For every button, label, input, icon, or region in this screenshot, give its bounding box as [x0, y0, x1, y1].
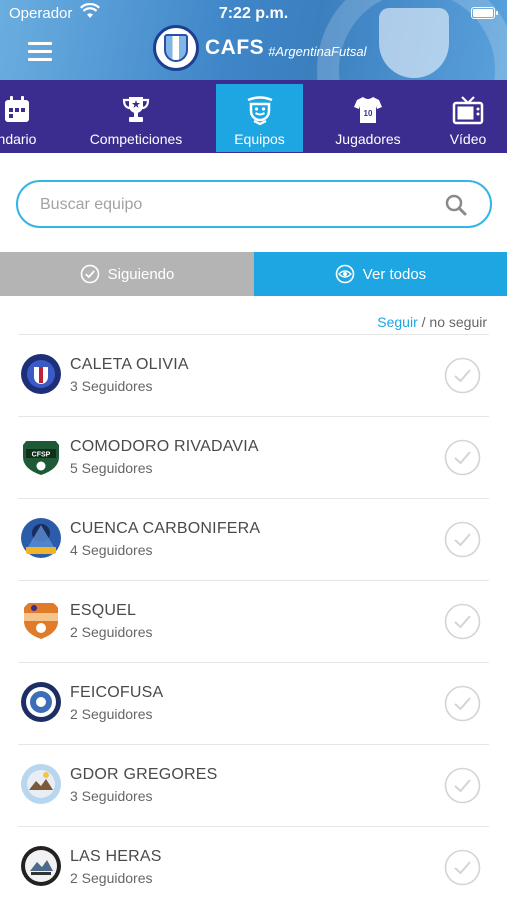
caleta-olivia-logo	[21, 354, 61, 394]
cuenca-carbonifera-logo	[21, 518, 61, 558]
check-circle-icon	[80, 264, 99, 284]
team-row[interactable]: CUENCA CARBONIFERA 4 Seguidores	[18, 498, 489, 580]
search-input[interactable]	[40, 192, 420, 218]
team-followers: 2 Seguidores	[70, 706, 153, 722]
follow-toggle-icon[interactable]	[444, 849, 481, 886]
follow-toggle-icon[interactable]	[444, 439, 481, 476]
hamburger-menu-button[interactable]	[28, 42, 52, 62]
team-followers: 3 Seguidores	[70, 378, 153, 394]
team-followers: 2 Seguidores	[70, 624, 153, 640]
team-name: ESQUEL	[70, 602, 137, 619]
team-badge-icon	[247, 96, 272, 126]
follow-legend-separator: /	[417, 314, 430, 330]
search-box	[16, 180, 492, 228]
cafs-crest-icon	[153, 25, 199, 71]
team-name: LAS HERAS	[70, 848, 162, 865]
team-row[interactable]: FEICOFUSA 2 Seguidores	[18, 662, 489, 744]
team-row[interactable]: GDOR GREGORES 3 Seguidores	[18, 744, 489, 826]
tab-label: Jugadores	[335, 131, 401, 147]
team-name: CUENCA CARBONIFERA	[70, 520, 261, 537]
tab-label: Competiciones	[89, 131, 183, 147]
gdor-gregores-logo	[21, 764, 61, 804]
tab-label: Equipos	[234, 131, 285, 147]
svg-text:CFSP: CFSP	[32, 452, 51, 459]
las-heras-logo	[21, 846, 61, 886]
tab-competiciones[interactable]: Competiciones	[86, 84, 186, 152]
filter-segments: Siguiendo Ver todos	[0, 252, 507, 296]
team-followers: 2 Seguidores	[70, 870, 153, 886]
team-followers: 4 Seguidores	[70, 542, 153, 558]
team-name: COMODORO RIVADAVIA	[70, 438, 259, 455]
team-row[interactable]: ESQUEL 2 Seguidores	[18, 580, 489, 662]
follow-toggle-icon[interactable]	[444, 603, 481, 640]
follow-legend: Seguir / no seguir	[377, 314, 487, 330]
tab-video[interactable]: Vídeo	[428, 84, 507, 152]
team-name: CALETA OLIVIA	[70, 356, 189, 373]
team-name: FEICOFUSA	[70, 684, 164, 701]
team-row[interactable]: CALETA OLIVIA 3 Seguidores	[18, 334, 489, 416]
team-followers: 3 Seguidores	[70, 788, 153, 804]
tab-label: Vídeo	[449, 131, 487, 147]
follow-toggle-icon[interactable]	[444, 685, 481, 722]
feicofusa-logo	[21, 682, 61, 722]
follow-legend-seguir[interactable]: Seguir	[377, 314, 417, 330]
svg-text:10: 10	[364, 109, 373, 118]
tab-calendario[interactable]: ndario	[0, 84, 82, 152]
tab-equipos[interactable]: Equipos	[216, 84, 303, 152]
calendar-icon	[5, 96, 29, 122]
brand-logo: CAFS #ArgentinaFutsal	[153, 24, 366, 72]
comodoro-rivadavia-logo: CFSP	[23, 441, 59, 475]
search-icon[interactable]	[444, 193, 468, 217]
eye-icon	[335, 264, 355, 284]
brand-tagline: #ArgentinaFutsal	[268, 43, 367, 59]
segment-ver-todos[interactable]: Ver todos	[254, 252, 507, 296]
team-followers: 5 Seguidores	[70, 460, 153, 476]
follow-toggle-icon[interactable]	[444, 521, 481, 558]
follow-legend-no-seguir[interactable]: no seguir	[429, 314, 487, 330]
segment-siguiendo[interactable]: Siguiendo	[0, 252, 254, 296]
team-name: GDOR GREGORES	[70, 766, 218, 783]
team-row[interactable]: LAS HERAS 2 Seguidores	[18, 826, 489, 900]
brand-name: CAFS	[205, 36, 265, 59]
tv-icon	[452, 96, 484, 125]
trophy-icon	[122, 97, 150, 122]
team-list: CALETA OLIVIA 3 Seguidores CFSP COMODORO…	[18, 334, 489, 900]
esquel-logo	[24, 603, 58, 639]
follow-toggle-icon[interactable]	[444, 767, 481, 804]
segment-label: Ver todos	[362, 265, 427, 283]
tab-jugadores[interactable]: 10 Jugadores	[318, 84, 418, 152]
team-row[interactable]: CFSP COMODORO RIVADAVIA 5 Seguidores	[18, 416, 489, 498]
follow-toggle-icon[interactable]	[444, 357, 481, 394]
segment-label: Siguiendo	[107, 265, 175, 283]
tab-label: ndario	[0, 131, 37, 147]
jersey-icon: 10	[354, 97, 382, 123]
clock: 7:22 p.m.	[218, 5, 289, 22]
main-tab-bar: ndario Competiciones Equipos 10 Jugadore	[0, 80, 507, 153]
app-header: Operador 7:22 p.m. CAFS #ArgentinaFutsal	[0, 0, 507, 80]
battery-icon	[471, 7, 498, 19]
